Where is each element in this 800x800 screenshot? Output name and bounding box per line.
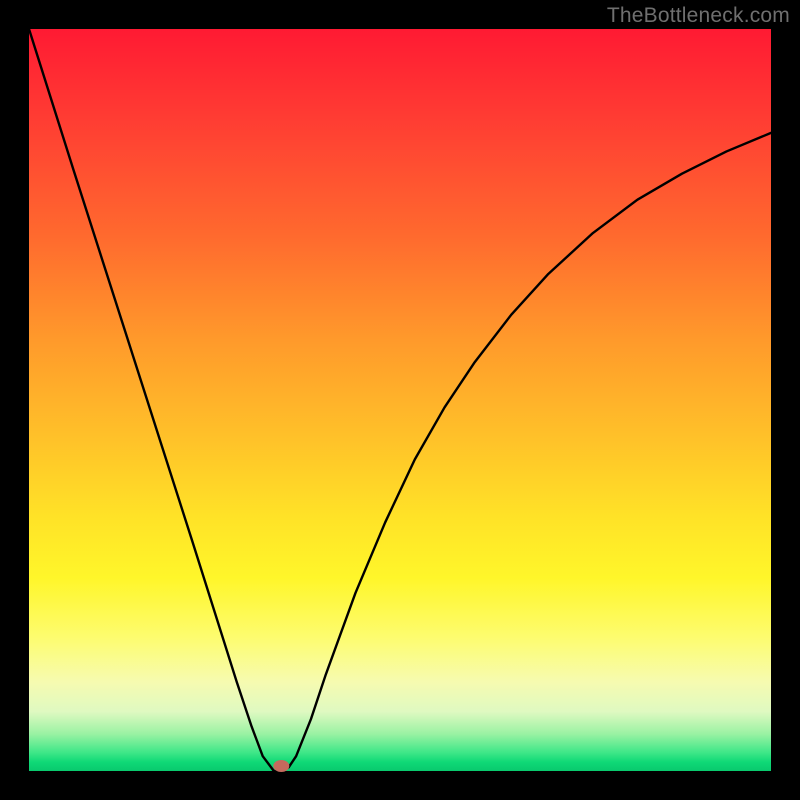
curve-layer [29, 29, 771, 771]
chart-frame: TheBottleneck.com [0, 0, 800, 800]
plot-area [29, 29, 771, 771]
watermark-text: TheBottleneck.com [607, 4, 790, 28]
bottleneck-curve [29, 29, 771, 771]
optimal-point-marker [273, 760, 289, 772]
